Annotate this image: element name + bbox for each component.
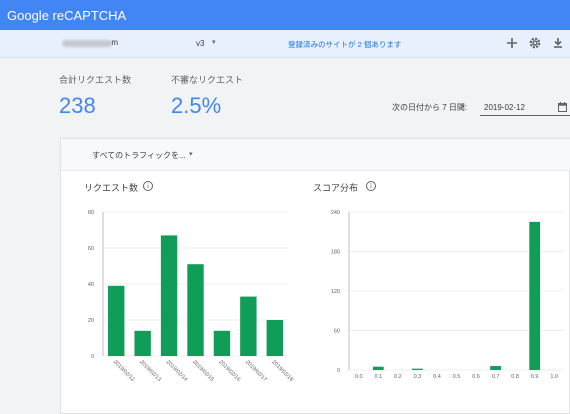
bar [240,296,257,356]
y-tick-label: 80 [88,210,94,216]
stat-label: 合計リクエスト数 [59,75,132,85]
app-title: Google reCAPTCHA [7,7,127,23]
x-tick-label: 1.0 [550,374,558,380]
suspicious-requests-stat: 不審なリクエスト 2.5% [171,73,243,119]
add-icon[interactable] [504,35,520,51]
site-selector[interactable]: m [62,38,118,49]
x-tick-label: 2019/02/18 [270,359,294,383]
bar [412,368,423,370]
y-tick-label: 60 [88,246,94,252]
bar [529,221,541,370]
score-chart: 0 60 120 180 240 0.0 0.1 0.2 0.3 0.4 0.5 0.6 0.7 0.8 0… [331,210,564,380]
caret-down-icon[interactable]: ▾ [461,102,465,110]
charts-card: すべてのトラフィックを... ▾ リクエスト数 i 0 20 40 60 80 2019/… [60,138,570,414]
x-tick-label: 0.8 [511,374,519,380]
caret-down-icon[interactable]: ▾ [189,150,193,158]
bar [187,264,204,356]
x-tick-label: 0.2 [394,374,402,380]
y-tick-label: 40 [88,282,94,288]
traffic-filter-label: すべてのトラフィックを... [92,151,186,160]
y-tick-label: 0 [91,354,94,360]
bar [213,330,231,356]
x-tick-label: 0.9 [531,374,539,380]
x-tick-label: 0.0 [355,374,363,380]
x-tick-label: 2019/02/16 [218,359,242,383]
x-tick-label: 0.5 [453,374,461,380]
x-tick-label: 0.3 [414,374,422,380]
stat-value: 238 [59,93,96,118]
bar [490,366,501,370]
date-value: 2019-02-12 [484,103,525,112]
calendar-icon[interactable] [558,102,567,112]
requests-chart: 0204060802019/02/12 2019/02/13 2019/02/14 2… [88,210,294,383]
registered-sites-link[interactable]: 登録済みのサイトが 2 個あります [288,39,401,50]
bar [160,235,178,356]
x-tick-label: 0.1 [374,374,382,380]
x-tick-label: 2019/02/14 [165,359,189,383]
x-tick-label: 0.7 [492,374,500,380]
x-tick-label: 0.6 [472,374,480,380]
stat-value: 2.5% [171,93,222,118]
download-icon[interactable] [550,35,566,51]
x-tick-label: 2019/02/15 [191,359,215,383]
bar [372,366,384,370]
bar [266,320,283,356]
caret-down-icon[interactable]: ▾ [212,38,216,46]
settings-icon[interactable] [527,35,543,51]
x-tick-label: 2019/02/13 [138,359,162,383]
range-selector[interactable]: 次の日付から 7 日間: [392,102,467,113]
bar [108,285,125,356]
traffic-filter[interactable]: すべてのトラフィックを... ▾ [61,139,570,171]
app-bar: Google reCAPTCHA [0,0,570,30]
date-field[interactable]: 2019-02-12 [480,99,570,116]
site-name-redacted [62,40,112,47]
version-selector[interactable]: v3 [196,39,204,48]
y-tick-label: 0 [337,368,340,374]
y-tick-label: 180 [331,250,340,256]
x-tick-label: 0.4 [433,374,441,380]
total-requests-stat: 合計リクエスト数 238 [59,73,131,119]
y-tick-label: 240 [331,210,340,216]
bar [134,330,151,356]
site-bar: m v3 ▾ 登録済みのサイトが 2 個あります [0,30,570,58]
y-tick-label: 120 [331,289,340,295]
x-tick-label: 2019/02/12 [112,359,136,383]
y-tick-label: 20 [88,318,94,324]
stat-label: 不審なリクエスト [171,75,244,85]
site-name-suffix: m [111,38,118,47]
x-tick-label: 2019/02/17 [244,359,268,383]
y-tick-label: 60 [334,329,340,335]
